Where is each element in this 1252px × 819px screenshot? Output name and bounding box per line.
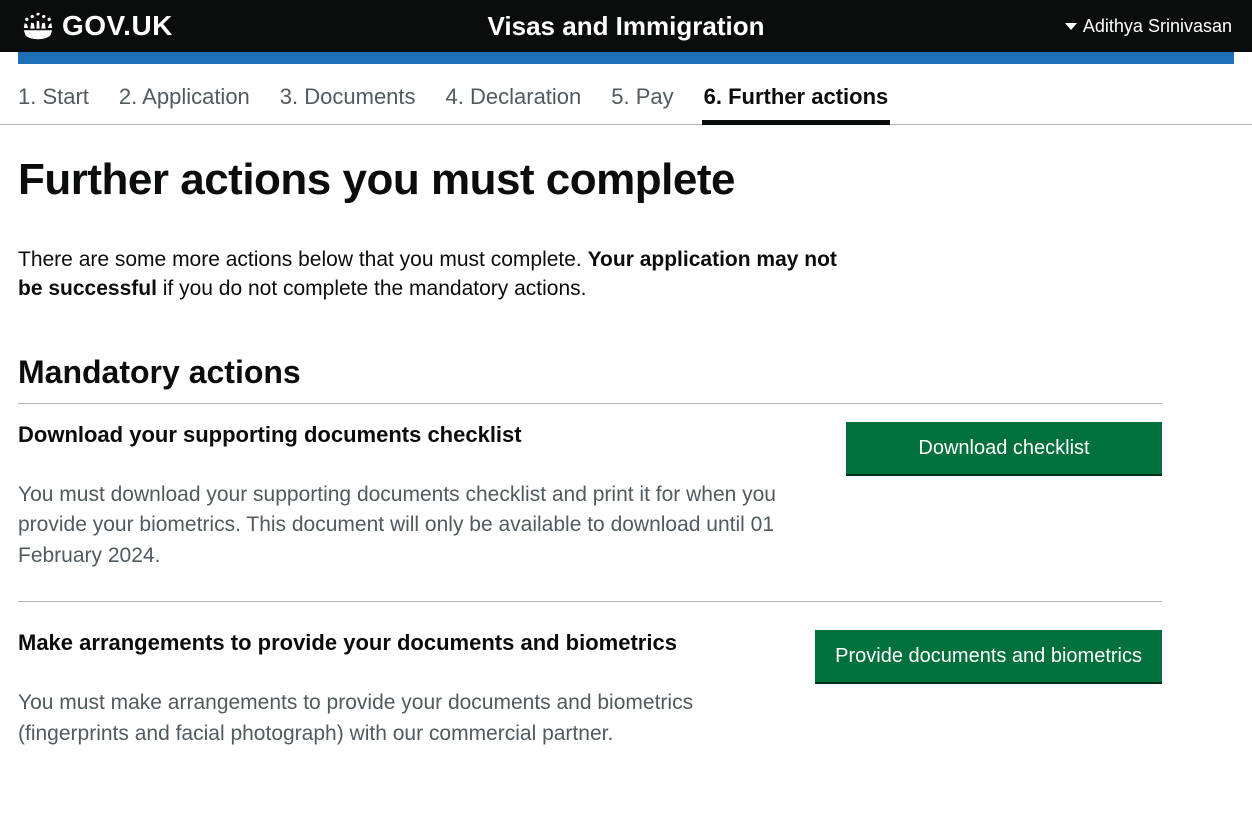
- action-row-biometrics: Make arrangements to provide your docume…: [18, 630, 1162, 779]
- action-row-checklist: Download your supporting documents check…: [18, 422, 1162, 602]
- main-content: Further actions you must complete There …: [0, 125, 1180, 819]
- intro-post: if you do not complete the mandatory act…: [157, 277, 587, 300]
- blue-bar: [18, 52, 1234, 64]
- action-heading-checklist: Download your supporting documents check…: [18, 422, 806, 448]
- tab-declaration[interactable]: 4. Declaration: [446, 84, 582, 124]
- caret-down-icon: [1065, 23, 1077, 30]
- provide-biometrics-button[interactable]: Provide documents and biometrics: [815, 630, 1162, 682]
- action-left: Make arrangements to provide your docume…: [18, 630, 775, 749]
- page-title: Further actions you must complete: [18, 155, 1162, 205]
- header: GOV.UK Visas and Immigration Adithya Sri…: [0, 0, 1252, 52]
- mandatory-section-title: Mandatory actions: [18, 354, 1162, 391]
- tab-pay[interactable]: 5. Pay: [611, 84, 673, 124]
- tab-documents[interactable]: 3. Documents: [280, 84, 416, 124]
- intro-pre: There are some more actions below that y…: [18, 248, 588, 271]
- step-tabs: 1. Start 2. Application 3. Documents 4. …: [0, 64, 1252, 125]
- govuk-logo-text: GOV.UK: [62, 10, 173, 42]
- service-title: Visas and Immigration: [488, 11, 765, 42]
- crown-icon: [20, 11, 56, 41]
- action-heading-biometrics: Make arrangements to provide your docume…: [18, 630, 775, 656]
- action-desc-biometrics: You must make arrangements to provide yo…: [18, 688, 775, 749]
- intro-paragraph: There are some more actions below that y…: [18, 245, 848, 304]
- tab-start[interactable]: 1. Start: [18, 84, 89, 124]
- action-left: Download your supporting documents check…: [18, 422, 806, 571]
- user-name: Adithya Srinivasan: [1083, 16, 1232, 37]
- header-logo[interactable]: GOV.UK: [20, 10, 173, 42]
- tab-application[interactable]: 2. Application: [119, 84, 250, 124]
- section-divider: [18, 403, 1162, 404]
- user-menu[interactable]: Adithya Srinivasan: [1065, 16, 1232, 37]
- tab-further-actions[interactable]: 6. Further actions: [704, 84, 889, 124]
- action-desc-checklist: You must download your supporting docume…: [18, 480, 806, 571]
- download-checklist-button[interactable]: Download checklist: [846, 422, 1162, 474]
